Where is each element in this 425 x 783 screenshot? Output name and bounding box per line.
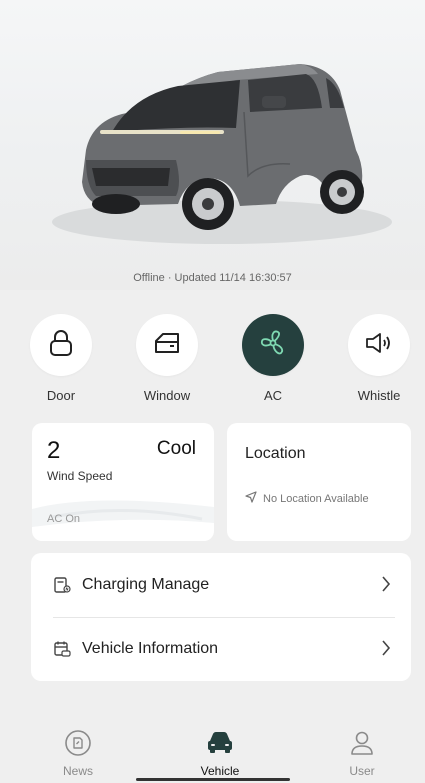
ac-control[interactable]: AC	[233, 314, 313, 403]
chevron-right-icon	[381, 575, 391, 598]
ac-button[interactable]	[242, 314, 304, 376]
speaker-icon	[364, 331, 394, 360]
vehicle-information-row[interactable]: Vehicle Information	[31, 617, 411, 681]
news-icon	[64, 730, 92, 761]
location-status: No Location Available	[245, 491, 369, 506]
tab-vehicle-label: Vehicle	[200, 764, 240, 778]
tab-news[interactable]: News	[33, 729, 123, 778]
whistle-button[interactable]	[348, 314, 410, 376]
vehicle-menu: Charging Manage Vehicle Information	[31, 553, 411, 681]
door-control[interactable]: Door	[21, 314, 101, 403]
whistle-control[interactable]: Whistle	[339, 314, 419, 403]
door-label: Door	[46, 388, 76, 403]
door-button[interactable]	[30, 314, 92, 376]
tab-user-label: User	[349, 764, 375, 778]
car-image	[52, 64, 392, 244]
wind-speed-label: Wind Speed	[47, 469, 113, 483]
ac-label: AC	[263, 388, 283, 403]
vehicle-information-label: Vehicle Information	[82, 640, 219, 657]
whistle-label: Whistle	[357, 388, 401, 403]
fan-icon	[258, 328, 288, 363]
window-button[interactable]	[136, 314, 198, 376]
bottom-tab-bar: News Vehicle User	[0, 720, 425, 783]
tab-vehicle[interactable]: Vehicle	[175, 729, 265, 778]
wind-speed-value: 2	[47, 437, 61, 464]
location-card[interactable]: Location No Location Available	[227, 423, 411, 541]
window-control[interactable]: Window	[127, 314, 207, 403]
chevron-right-icon	[381, 639, 391, 662]
tab-user[interactable]: User	[317, 729, 407, 778]
quick-controls: Door Window AC Whistle	[0, 314, 425, 409]
home-indicator	[136, 778, 290, 781]
tab-news-label: News	[62, 764, 93, 778]
user-icon	[348, 731, 376, 761]
lock-icon	[48, 329, 74, 362]
car-icon	[205, 732, 235, 761]
location-status-text: No Location Available	[263, 492, 369, 505]
charging-manage-label: Charging Manage	[82, 576, 210, 593]
charging-manage-row[interactable]: Charging Manage	[31, 553, 411, 617]
ac-mode: Cool	[156, 438, 196, 459]
charging-icon	[53, 576, 71, 594]
vehicle-info-icon	[53, 640, 71, 658]
ac-on-status: AC On	[47, 513, 81, 525]
navigation-arrow-icon	[245, 491, 263, 506]
window-label: Window	[143, 388, 191, 403]
location-title: Location	[245, 445, 306, 462]
window-icon	[153, 331, 181, 360]
vehicle-hero: Offline · Updated 11/14 16:30:57	[0, 0, 425, 290]
vehicle-status-text: Offline · Updated 11/14 16:30:57	[133, 272, 292, 284]
ac-status-card[interactable]: 2 Cool Wind Speed AC On	[32, 423, 214, 541]
